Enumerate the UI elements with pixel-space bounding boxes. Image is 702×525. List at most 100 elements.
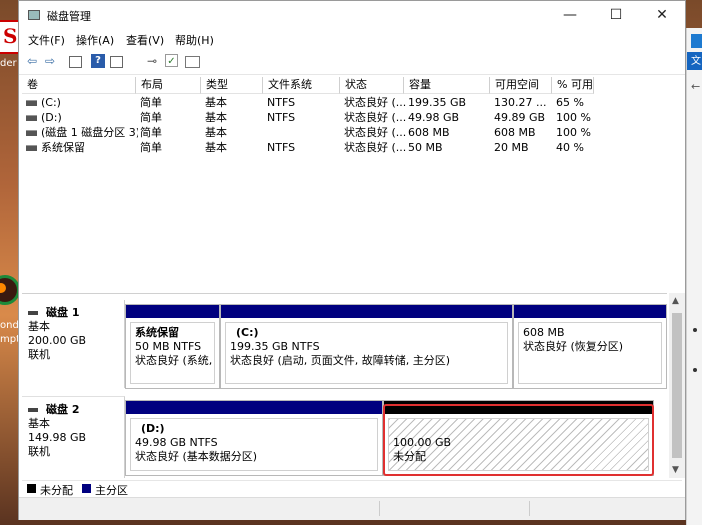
partition-name: (C:)	[236, 326, 259, 339]
partition-detail: 50 MB NTFS	[135, 340, 202, 353]
minimize-button[interactable]: —	[547, 1, 593, 29]
cell-volume: (D:)	[26, 110, 134, 125]
partition-detail: 49.98 GB NTFS	[135, 436, 218, 449]
cell-filesystem: NTFS	[267, 141, 296, 154]
column-header-volume[interactable]: 卷	[22, 77, 136, 94]
column-header-free[interactable]: 可用空间	[490, 77, 552, 94]
help-icon[interactable]: ?	[91, 54, 105, 68]
window-title: 磁盘管理	[47, 10, 91, 23]
disk-connect-icon[interactable]: ⊸	[145, 54, 159, 68]
disk-1-name: 磁盘 1	[46, 306, 80, 319]
partition-status: 状态良好 (基本数据分区)	[135, 450, 258, 463]
column-header-status[interactable]: 状态	[340, 77, 404, 94]
partition-c[interactable]: (C:) 199.35 GB NTFS 状态良好 (启动, 页面文件, 故障转储…	[220, 304, 513, 389]
toolbar: ⇦ ⇨ ? ⊸ ✓	[19, 49, 685, 75]
cell-free: 20 MB	[494, 141, 529, 154]
cell-volume: 系统保留	[26, 140, 134, 155]
partition-recovery[interactable]: 608 MB 状态良好 (恢复分区)	[513, 304, 667, 389]
partition-system-reserved[interactable]: 系统保留 50 MB NTFS 状态良好 (系统, 活	[125, 304, 220, 389]
forward-icon[interactable]: ⇨	[43, 54, 57, 68]
background-window: 文 ←	[686, 28, 702, 525]
disk-1-kind: 基本	[28, 320, 50, 333]
legend-label-unallocated: 未分配	[40, 484, 73, 497]
cell-layout: 简单	[140, 111, 162, 124]
cell-volume-text: (D:)	[41, 111, 62, 124]
background-window-tab: 文	[687, 52, 702, 70]
scrollbar-thumb[interactable]	[672, 313, 682, 458]
partition-status: 状态良好 (系统, 活	[135, 354, 214, 367]
table-row[interactable]: 系统保留 简单 基本 NTFS 状态良好 (... 50 MB 20 MB 40…	[22, 140, 682, 155]
cell-percent: 100 %	[556, 126, 591, 139]
menu-file[interactable]: 文件(F)	[28, 32, 65, 48]
window-icon[interactable]	[185, 56, 200, 68]
legend-swatch-primary	[82, 484, 91, 493]
partition-name: 系统保留	[135, 326, 179, 339]
disk-2-name: 磁盘 2	[46, 403, 80, 416]
disk-1-state: 联机	[28, 348, 50, 361]
partition-detail: 199.35 GB NTFS	[230, 340, 320, 353]
cell-capacity: 49.98 GB	[408, 111, 460, 124]
close-button[interactable]: ✕	[639, 1, 685, 29]
partition-body: 系统保留 50 MB NTFS 状态良好 (系统, 活	[130, 322, 215, 384]
menu-help[interactable]: 帮助(H)	[175, 32, 214, 48]
volume-icon	[26, 130, 37, 136]
desktop-frag-2: ond	[0, 320, 19, 331]
maximize-button[interactable]: ☐	[593, 1, 639, 29]
desktop-frag-1: der	[0, 58, 17, 69]
menu-action[interactable]: 操作(A)	[76, 32, 114, 48]
properties-icon[interactable]	[110, 56, 123, 68]
desktop-logo-letter: S	[3, 24, 18, 48]
cell-filesystem: NTFS	[267, 111, 296, 124]
column-header-capacity[interactable]: 容量	[404, 77, 490, 94]
desktop-left-edge: S der ond mpt	[0, 0, 22, 525]
partition-body: 608 MB 状态良好 (恢复分区)	[518, 322, 662, 384]
partition-detail: 608 MB	[523, 326, 565, 339]
cell-volume-text: 系统保留	[41, 141, 85, 154]
cell-status: 状态良好 (...	[344, 96, 407, 109]
cell-layout: 简单	[140, 96, 162, 109]
partition-bar	[221, 305, 512, 318]
disk-1-label[interactable]: 磁盘 1 基本 200.00 GB 联机	[22, 300, 125, 388]
scroll-down-icon[interactable]: ▼	[672, 465, 679, 475]
partition-d[interactable]: (D:) 49.98 GB NTFS 状态良好 (基本数据分区)	[125, 400, 383, 476]
disk-2-label[interactable]: 磁盘 2 基本 149.98 GB 联机	[22, 396, 125, 478]
column-header-type[interactable]: 类型	[201, 77, 263, 94]
cell-capacity: 199.35 GB	[408, 96, 467, 109]
disk-map-pane: 磁盘 1 基本 200.00 GB 联机 系统保留 50 MB NTFS 状态良…	[22, 293, 667, 479]
partition-status: 状态良好 (恢复分区)	[523, 340, 624, 353]
disk-management-app-icon	[28, 10, 40, 20]
disk-2-state: 联机	[28, 445, 50, 458]
cell-status: 状态良好 (...	[344, 126, 407, 139]
cell-type: 基本	[205, 96, 227, 109]
back-arrow-icon: ←	[691, 80, 701, 93]
scroll-up-icon[interactable]: ▲	[672, 296, 679, 306]
column-header-layout[interactable]: 布局	[136, 77, 201, 94]
cell-type: 基本	[205, 141, 227, 154]
cell-free: 608 MB	[494, 126, 536, 139]
cell-type: 基本	[205, 126, 227, 139]
title-bar[interactable]: 磁盘管理 — ☐ ✕	[19, 1, 685, 29]
check-icon[interactable]: ✓	[165, 54, 178, 67]
column-header-filesystem[interactable]: 文件系统	[263, 77, 340, 94]
legend: 未分配 主分区	[22, 480, 682, 497]
table-row[interactable]: (D:) 简单 基本 NTFS 状态良好 (... 49.98 GB 49.89…	[22, 110, 682, 125]
disk-1-size: 200.00 GB	[28, 334, 87, 347]
menu-view[interactable]: 查看(V)	[126, 32, 164, 48]
table-row[interactable]: (C:) 简单 基本 NTFS 状态良好 (... 199.35 GB 130.…	[22, 95, 682, 110]
table-row[interactable]: (磁盘 1 磁盘分区 3) 简单 基本 状态良好 (... 608 MB 608…	[22, 125, 682, 140]
cell-free: 49.89 GB	[494, 111, 546, 124]
disk-pane-scrollbar[interactable]: ▲ ▼	[669, 293, 685, 478]
column-header-percent-free[interactable]: % 可用	[552, 77, 594, 94]
highlight-box	[383, 404, 654, 476]
disk-2-kind: 基本	[28, 417, 50, 430]
background-window-tab-text: 文	[691, 56, 701, 67]
volume-list: 卷 布局 类型 文件系统 状态 容量 可用空间 % 可用 (C:) 简单 基本 …	[22, 77, 684, 287]
back-icon[interactable]: ⇦	[25, 54, 39, 68]
dot-icon	[693, 368, 697, 372]
disk-management-window: 磁盘管理 — ☐ ✕ 文件(F) 操作(A) 查看(V) 帮助(H) ⇦ ⇨ ?…	[18, 0, 686, 520]
desktop-frag-3: mpt	[0, 334, 21, 345]
dot-icon	[693, 328, 697, 332]
status-segment	[529, 501, 530, 516]
list-view-icon[interactable]	[69, 56, 82, 68]
cell-percent: 40 %	[556, 141, 584, 154]
